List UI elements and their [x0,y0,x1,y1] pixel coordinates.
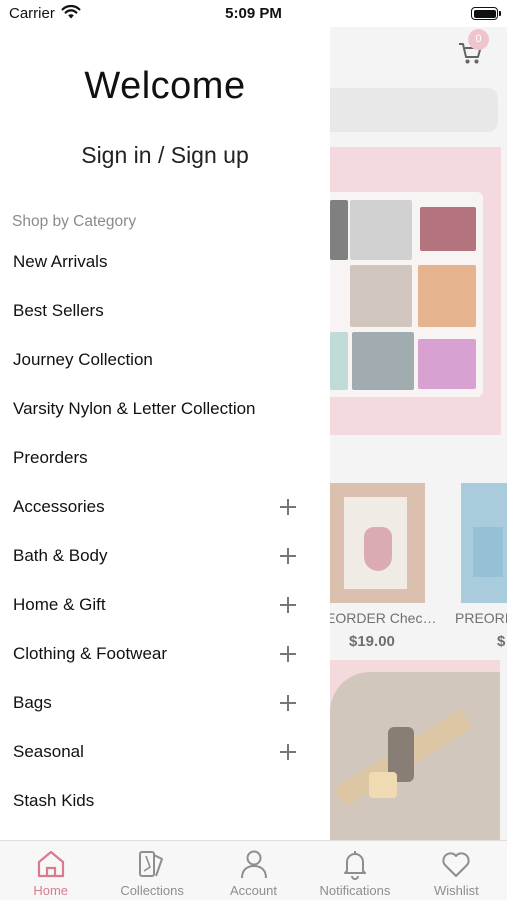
menu-item-home-gift[interactable]: Home & Gift [0,580,330,629]
expand-plus-icon[interactable] [280,744,296,760]
bell-icon [343,851,366,880]
menu-item-accessories[interactable]: Accessories [0,482,330,531]
menu-item-label: Best Sellers [13,300,104,320]
battery-icon [471,7,501,20]
status-bar: Carrier 5:09 PM [0,0,507,27]
menu-item-label: Stash Kids [13,790,95,810]
menu-item-bath-body[interactable]: Bath & Body [0,531,330,580]
home-icon [37,850,64,878]
menu-item-label: Journey Collection [13,349,153,369]
collections-icon [139,851,164,877]
heart-icon [442,852,470,877]
expand-plus-icon[interactable] [280,597,296,613]
tab-label: Home [33,883,69,898]
tab-bar: Home Collections Account Notifications W… [0,840,507,900]
tab-account[interactable]: Account [203,841,304,900]
menu-item-seasonal[interactable]: Seasonal [0,727,330,776]
expand-plus-icon[interactable] [280,548,296,564]
menu-item-label: Bags [13,692,52,712]
side-drawer: Welcome Sign in / Sign up Shop by Catego… [0,27,330,840]
tab-label: Account [230,883,277,898]
expand-plus-icon[interactable] [280,695,296,711]
welcome-heading: Welcome [84,65,246,107]
menu-item-varsity-nylon-letter-collection[interactable]: Varsity Nylon & Letter Collection [0,384,330,433]
status-time: 5:09 PM [225,5,282,22]
menu-item-new-arrivals[interactable]: New Arrivals [0,237,330,286]
menu-item-bags[interactable]: Bags [0,678,330,727]
sign-in-button[interactable]: Sign in / Sign up [0,142,330,169]
expand-plus-icon[interactable] [280,499,296,515]
tab-collections[interactable]: Collections [101,841,202,900]
menu-item-best-sellers[interactable]: Best Sellers [0,286,330,335]
expand-plus-icon[interactable] [280,646,296,662]
tab-wishlist[interactable]: Wishlist [406,841,507,900]
account-icon [240,850,267,879]
menu-item-label: Seasonal [13,741,84,761]
menu-item-clothing-footwear[interactable]: Clothing & Footwear [0,629,330,678]
menu-item-stash-kids[interactable]: Stash Kids [0,776,330,825]
menu-item-preorders[interactable]: Preorders [0,433,330,482]
tab-label: Notifications [319,883,391,898]
category-section-title: Shop by Category [12,213,137,230]
menu-item-label: Varsity Nylon & Letter Collection [13,398,256,418]
menu-item-label: Accessories [13,496,105,516]
menu-item-label: Home & Gift [13,594,106,614]
tab-home[interactable]: Home [0,841,101,900]
menu-item-label: Preorders [13,447,88,467]
menu-item-journey-collection[interactable]: Journey Collection [0,335,330,384]
menu-item-label: Bath & Body [13,545,108,565]
tab-label: Collections [120,883,184,898]
menu-item-label: Clothing & Footwear [13,643,168,663]
tab-label: Wishlist [433,883,479,898]
category-menu: New Arrivals Best Sellers Journey Collecti… [0,237,330,825]
menu-item-label: New Arrivals [13,251,108,271]
tab-notifications[interactable]: Notifications [304,841,405,900]
